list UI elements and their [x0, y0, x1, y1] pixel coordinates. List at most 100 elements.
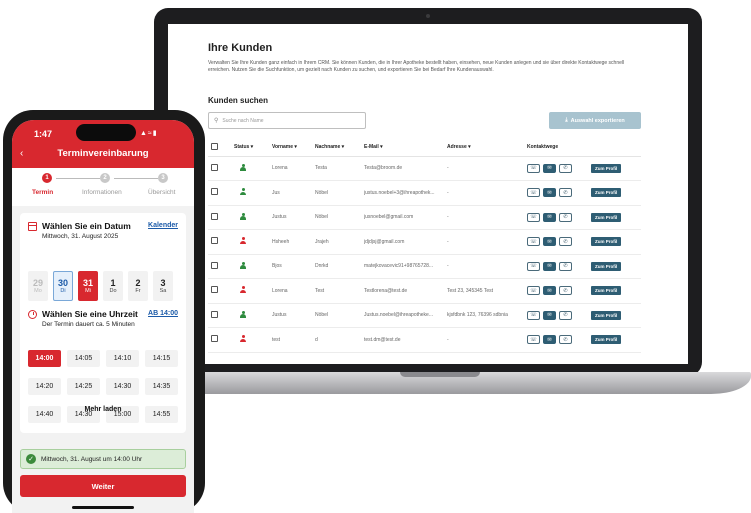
time-slot[interactable]: 14:05 — [67, 350, 100, 367]
whatsapp-icon[interactable]: ☏ — [527, 163, 540, 173]
page-title: Ihre Kunden — [208, 42, 273, 54]
vorname-cell: Justus — [272, 205, 315, 230]
nachname-cell: Nöbel — [315, 303, 364, 328]
header-select[interactable] — [208, 139, 234, 157]
email-cell: jdjdjsj@gmail.com — [364, 229, 447, 255]
vorname-cell: Bjos — [272, 254, 315, 279]
kontakt-cell: ☏ ✉ ✆ — [527, 156, 591, 181]
phone-icon[interactable]: ✆ — [559, 286, 572, 296]
profil-cell: Zum Profil — [591, 156, 641, 181]
row-checkbox[interactable] — [211, 237, 218, 245]
time-section-title: Wählen Sie eine Uhrzeit — [42, 309, 138, 319]
whatsapp-icon[interactable]: ☏ — [527, 188, 540, 198]
phone-icon[interactable]: ✆ — [559, 188, 572, 198]
nachname-cell: Testa — [315, 156, 364, 181]
app-title: Terminvereinbarung — [57, 148, 149, 159]
time-slot[interactable]: 14:35 — [145, 378, 178, 395]
email-cell: matejkovacevic91+98765728... — [364, 254, 447, 279]
day-option[interactable]: 3 Sa — [153, 271, 173, 301]
mail-icon[interactable]: ✉ — [543, 310, 556, 320]
header-status[interactable]: Status ▾ — [234, 139, 272, 157]
kontakt-cell: ☏ ✉ ✆ — [527, 278, 591, 304]
phone-icon[interactable]: ✆ — [559, 212, 572, 222]
row-select[interactable] — [208, 156, 234, 181]
mail-icon[interactable]: ✉ — [543, 237, 556, 247]
mail-icon[interactable]: ✉ — [543, 163, 556, 173]
whatsapp-icon[interactable]: ☏ — [527, 212, 540, 222]
laptop-hinge-notch — [400, 372, 480, 377]
vorname-cell: Jus — [272, 180, 315, 206]
profile-button[interactable]: Zum Profil — [591, 286, 622, 296]
phone-icon[interactable]: ✆ — [559, 163, 572, 173]
time-slot[interactable]: 14:25 — [67, 378, 100, 395]
whatsapp-icon[interactable]: ☏ — [527, 261, 540, 271]
day-option: 29 Mo — [28, 271, 48, 301]
row-checkbox[interactable] — [211, 163, 218, 171]
phone-icon[interactable]: ✆ — [559, 310, 572, 320]
time-section-subtitle: Der Termin dauert ca. 5 Minuten — [42, 321, 135, 328]
kontakt-cell: ☏ ✉ ✆ — [527, 205, 591, 230]
profile-button[interactable]: Zum Profil — [591, 261, 622, 271]
whatsapp-icon[interactable]: ☏ — [527, 310, 540, 320]
row-select[interactable] — [208, 229, 234, 255]
nachname-cell: Dnrkd — [315, 254, 364, 279]
row-select[interactable] — [208, 327, 234, 353]
header-nachname[interactable]: Nachname ▾ — [315, 139, 364, 157]
time-slot[interactable]: 14:20 — [28, 378, 61, 395]
mail-icon[interactable]: ✉ — [543, 286, 556, 296]
header-adresse[interactable]: Adresse ▾ — [447, 139, 527, 157]
adresse-cell: - — [447, 156, 527, 181]
row-checkbox[interactable] — [211, 188, 218, 196]
search-input[interactable]: ⚲ Suche nach Name — [208, 112, 366, 129]
row-select[interactable] — [208, 303, 234, 328]
row-checkbox[interactable] — [211, 212, 218, 220]
row-select[interactable] — [208, 254, 234, 279]
row-checkbox[interactable] — [211, 286, 218, 294]
time-slot[interactable]: 14:10 — [106, 350, 139, 367]
profile-button[interactable]: Zum Profil — [591, 163, 622, 173]
profile-button[interactable]: Zum Profil — [591, 188, 622, 198]
time-slot[interactable]: 14:00 — [28, 350, 61, 367]
mail-icon[interactable]: ✉ — [543, 261, 556, 271]
next-button[interactable]: Weiter — [20, 475, 186, 497]
row-select[interactable] — [208, 278, 234, 304]
day-option[interactable]: 30 Di — [53, 271, 73, 301]
export-button[interactable]: ⤓ Auswahl exportieren — [549, 112, 641, 129]
adresse-cell: - — [447, 254, 527, 279]
time-filter-link[interactable]: AB 14:00 — [148, 310, 178, 317]
profil-cell: Zum Profil — [591, 229, 641, 255]
time-slot[interactable]: 14:30 — [106, 378, 139, 395]
row-checkbox[interactable] — [211, 310, 218, 318]
calendar-link[interactable]: Kalender — [148, 222, 178, 229]
phone-icon[interactable]: ✆ — [559, 261, 572, 271]
download-icon: ⤓ — [565, 117, 568, 123]
whatsapp-icon[interactable]: ☏ — [527, 335, 540, 345]
profile-button[interactable]: Zum Profil — [591, 335, 622, 345]
mail-icon[interactable]: ✉ — [543, 188, 556, 198]
header-email[interactable]: E-Mail ▾ — [364, 139, 447, 157]
phone-icon[interactable]: ✆ — [559, 237, 572, 247]
status-cell — [234, 327, 272, 353]
load-more-button[interactable]: Mehr laden — [20, 406, 186, 413]
profile-button[interactable]: Zum Profil — [591, 310, 622, 320]
mail-icon[interactable]: ✉ — [543, 212, 556, 222]
day-option[interactable]: 2 Fr — [128, 271, 148, 301]
select-all-checkbox[interactable] — [211, 142, 218, 150]
whatsapp-icon[interactable]: ☏ — [527, 286, 540, 296]
row-checkbox[interactable] — [211, 261, 218, 269]
whatsapp-icon[interactable]: ☏ — [527, 237, 540, 247]
profile-button[interactable]: Zum Profil — [591, 212, 622, 222]
row-checkbox[interactable] — [211, 335, 218, 343]
phone-icon[interactable]: ✆ — [559, 335, 572, 345]
header-vorname[interactable]: Vorname ▾ — [272, 139, 315, 157]
day-number: 29 — [32, 278, 43, 288]
mail-icon[interactable]: ✉ — [543, 335, 556, 345]
nachname-cell: Jrajeh — [315, 229, 364, 255]
profil-cell: Zum Profil — [591, 254, 641, 279]
row-select[interactable] — [208, 180, 234, 206]
day-option[interactable]: 31 Mi — [78, 271, 98, 301]
time-slot[interactable]: 14:15 — [145, 350, 178, 367]
profile-button[interactable]: Zum Profil — [591, 237, 622, 247]
row-select[interactable] — [208, 205, 234, 230]
day-option[interactable]: 1 Do — [103, 271, 123, 301]
